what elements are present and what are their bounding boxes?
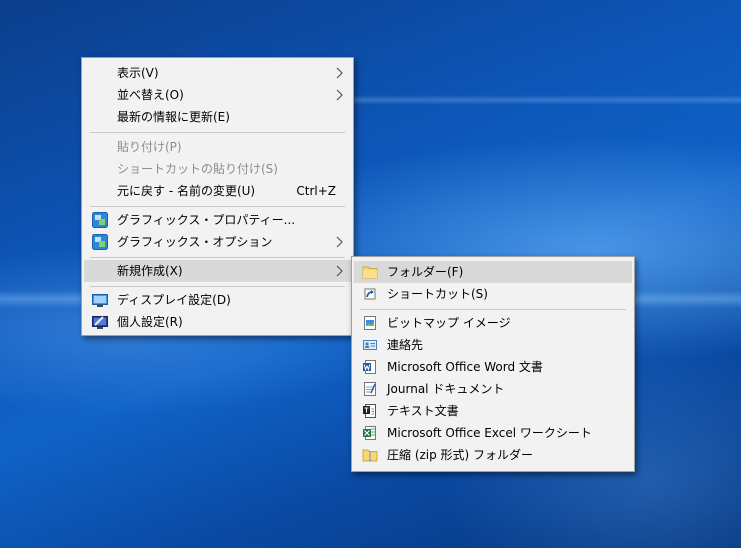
menu-item-refresh[interactable]: 最新の情報に更新(E) <box>84 106 351 128</box>
menu-item-display-settings[interactable]: ディスプレイ設定(D) <box>84 289 351 311</box>
menu-item-label: グラフィックス・プロパティー... <box>117 213 296 227</box>
menu-separator <box>90 206 345 207</box>
contact-card-icon <box>363 340 377 350</box>
menu-item-personalize[interactable]: 個人設定(R) <box>84 311 351 333</box>
menu-item-label: 連絡先 <box>387 338 424 352</box>
intel-graphics-icon <box>92 212 108 228</box>
excel-sheet-icon <box>363 426 376 440</box>
submenu-item-zip[interactable]: 圧縮 (zip 形式) フォルダー <box>354 444 632 466</box>
submenu-item-shortcut[interactable]: ショートカット(S) <box>354 283 632 305</box>
menu-item-graphics-properties[interactable]: グラフィックス・プロパティー... <box>84 209 351 231</box>
text-doc-icon <box>363 404 376 418</box>
shortcut-arrow-icon <box>364 288 376 300</box>
submenu-item-journal[interactable]: Journal ドキュメント <box>354 378 632 400</box>
menu-item-label: 最新の情報に更新(E) <box>117 110 230 124</box>
menu-separator <box>90 132 345 133</box>
chevron-right-icon <box>336 265 343 277</box>
menu-item-label: 圧縮 (zip 形式) フォルダー <box>387 448 534 462</box>
menu-item-label: 個人設定(R) <box>117 315 183 329</box>
chevron-right-icon <box>336 89 343 101</box>
menu-item-label: テキスト文書 <box>387 404 459 418</box>
submenu-item-excel[interactable]: Microsoft Office Excel ワークシート <box>354 422 632 444</box>
menu-separator <box>90 286 345 287</box>
folder-icon <box>362 266 378 279</box>
menu-item-label: 表示(V) <box>117 66 159 80</box>
display-icon <box>92 294 108 307</box>
menu-item-label: Microsoft Office Word 文書 <box>387 360 543 374</box>
submenu-item-folder[interactable]: フォルダー(F) <box>354 261 632 283</box>
wallpaper-light-beam <box>330 95 741 105</box>
desktop-context-menu: 表示(V) 並べ替え(O) 最新の情報に更新(E) 貼り付け(P) ショートカッ… <box>81 57 354 336</box>
zip-folder-icon <box>362 449 378 462</box>
menu-separator <box>360 309 626 310</box>
menu-separator <box>90 257 345 258</box>
menu-item-label: 新規作成(X) <box>117 264 183 278</box>
submenu-item-contact[interactable]: 連絡先 <box>354 334 632 356</box>
menu-item-label: グラフィックス・オプション <box>117 235 273 249</box>
menu-item-label: ディスプレイ設定(D) <box>117 293 231 307</box>
menu-item-label: ショートカットの貼り付け(S) <box>117 162 278 176</box>
menu-item-undo[interactable]: 元に戻す - 名前の変更(U) Ctrl+Z <box>84 180 351 202</box>
menu-item-label: 並べ替え(O) <box>117 88 184 102</box>
personalize-icon <box>92 316 108 329</box>
menu-item-new[interactable]: 新規作成(X) <box>84 260 351 282</box>
chevron-right-icon <box>336 236 343 248</box>
menu-item-shortcut: Ctrl+Z <box>296 184 336 198</box>
bitmap-icon <box>364 316 376 330</box>
menu-item-label: ビットマップ イメージ <box>387 316 511 330</box>
menu-item-label: Microsoft Office Excel ワークシート <box>387 426 592 440</box>
menu-item-graphics-options[interactable]: グラフィックス・オプション <box>84 231 351 253</box>
menu-item-label: フォルダー(F) <box>387 265 464 279</box>
submenu-item-text[interactable]: テキスト文書 <box>354 400 632 422</box>
menu-item-label: 元に戻す - 名前の変更(U) <box>117 184 256 198</box>
word-doc-icon <box>363 360 376 374</box>
submenu-item-bitmap[interactable]: ビットマップ イメージ <box>354 312 632 334</box>
chevron-right-icon <box>336 67 343 79</box>
submenu-item-word[interactable]: Microsoft Office Word 文書 <box>354 356 632 378</box>
menu-item-label: ショートカット(S) <box>387 287 488 301</box>
menu-item-paste-shortcut[interactable]: ショートカットの貼り付け(S) <box>84 158 351 180</box>
menu-item-paste[interactable]: 貼り付け(P) <box>84 136 351 158</box>
menu-item-label: Journal ドキュメント <box>387 382 505 396</box>
menu-item-view[interactable]: 表示(V) <box>84 62 351 84</box>
menu-item-sort[interactable]: 並べ替え(O) <box>84 84 351 106</box>
intel-graphics-icon <box>92 234 108 250</box>
journal-icon <box>364 382 376 396</box>
menu-item-label: 貼り付け(P) <box>117 140 182 154</box>
new-submenu: フォルダー(F) ショートカット(S) ビットマップ イメージ 連絡先 Micr… <box>351 256 635 472</box>
